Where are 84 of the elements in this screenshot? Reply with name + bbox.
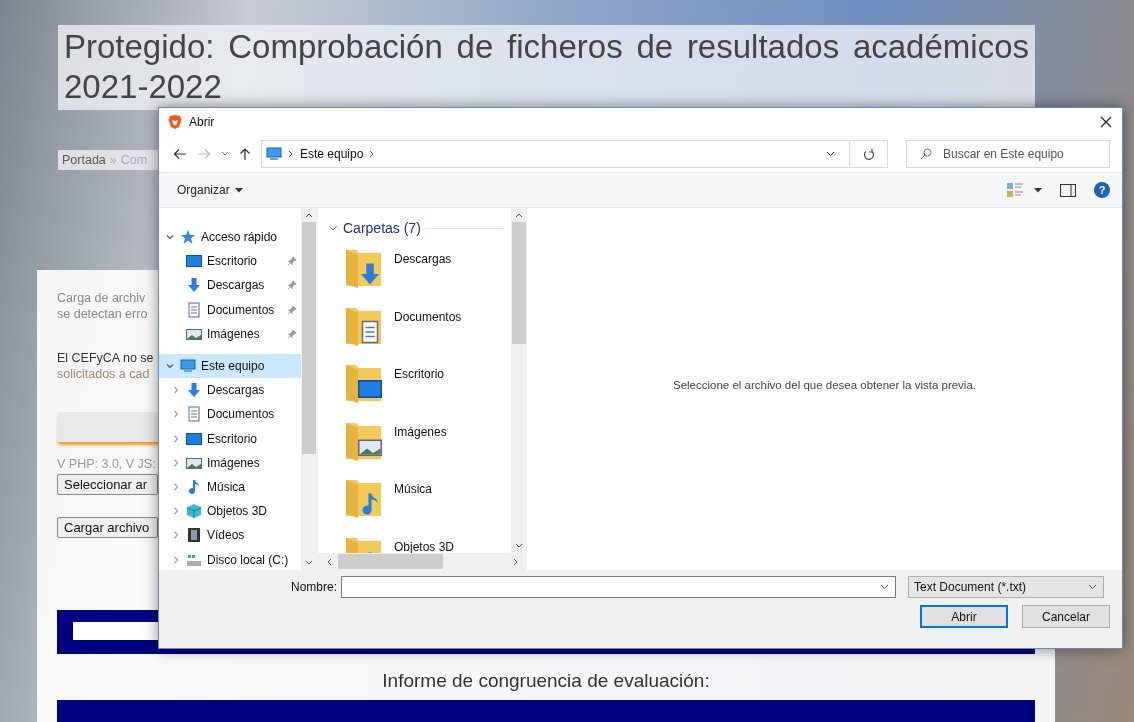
document-icon — [186, 301, 202, 318]
close-icon[interactable] — [1100, 116, 1112, 128]
screen-icon — [186, 430, 202, 447]
pin-icon[interactable] — [287, 304, 297, 315]
preview-message: Seleccione el archivo del que desea obtener la vista previa. — [673, 379, 976, 391]
search-field[interactable]: Buscar en Este equipo — [906, 140, 1110, 168]
chevron-icon[interactable] — [221, 151, 229, 157]
folder-item[interactable]: Descargas — [328, 246, 511, 304]
notice-text: El CEFyCA no se — [57, 350, 154, 366]
dialog-title: Abrir — [189, 115, 215, 129]
filename-field[interactable] — [341, 576, 896, 598]
tree-item[interactable]: Este equipo — [159, 353, 301, 379]
chevron-icon — [880, 584, 889, 590]
down-arrow-icon — [186, 277, 202, 294]
chevron-icon — [1088, 584, 1097, 590]
star-icon — [180, 229, 196, 246]
cube-icon — [186, 503, 202, 520]
report-heading: Informe de congruencia de evaluación: — [381, 670, 711, 692]
intro-text: se detectan erro — [57, 306, 148, 322]
view-options-icon[interactable] — [1006, 182, 1024, 198]
dialog-button[interactable]: Cancelar — [1022, 605, 1110, 628]
chevron-icon — [288, 150, 294, 158]
help-button[interactable]: ? — [1094, 182, 1110, 198]
down-arrow-icon — [186, 382, 202, 399]
tree-item[interactable]: Objetos 3D — [159, 499, 301, 524]
page-title: Protegido: Comprobación de ficheros de resultados académicos 2021-2022 — [58, 25, 1035, 110]
folder-item[interactable]: Música — [328, 476, 511, 534]
forward-arrow-icon[interactable] — [197, 148, 211, 160]
tree-item[interactable]: Imágenes — [159, 450, 301, 475]
film-icon — [186, 527, 202, 544]
chevron-icon[interactable] — [826, 151, 835, 157]
preview-pane-icon[interactable] — [1060, 183, 1076, 197]
tree-item[interactable]: Descargas — [159, 378, 301, 403]
filename-label: Nombre: — [291, 580, 337, 594]
tree-item[interactable]: Vídeos — [159, 523, 301, 548]
tree-item[interactable]: Disco local (C:) — [159, 547, 301, 570]
shield-icon — [167, 114, 183, 130]
address-bar[interactable]: Este equipo — [261, 140, 850, 168]
computer-icon — [180, 358, 196, 375]
dropdown-icon[interactable] — [1034, 187, 1042, 193]
screen-icon — [186, 253, 202, 270]
version-text: V PHP: 3.0, V JS: — [57, 456, 156, 472]
chevron-icon[interactable] — [515, 212, 523, 218]
intro-text: Carga de archiv — [57, 290, 146, 306]
computer-icon — [266, 146, 282, 162]
tree-item[interactable]: Música — [159, 474, 301, 500]
tree-item[interactable]: Escritorio — [159, 426, 301, 451]
organize-button[interactable]: Organizar — [171, 179, 249, 201]
tree-item[interactable]: Acceso rápido — [159, 225, 301, 250]
address-text[interactable]: Este equipo — [300, 147, 364, 161]
scrollbar[interactable] — [511, 208, 527, 553]
pin-icon[interactable] — [287, 280, 297, 291]
back-arrow-icon[interactable] — [173, 148, 187, 160]
folder-item[interactable]: Escritorio — [328, 361, 511, 419]
tree-item[interactable]: Documentos — [159, 402, 301, 427]
scrollbar[interactable] — [301, 208, 317, 570]
refresh-button[interactable] — [850, 140, 888, 168]
dropdown-icon — [234, 187, 243, 193]
refresh-icon — [862, 147, 875, 161]
tree-item[interactable]: Descargas — [159, 273, 301, 298]
tree-item[interactable]: Documentos — [159, 297, 301, 322]
chevron-icon[interactable] — [305, 560, 313, 566]
folder-item[interactable]: Documentos — [328, 303, 511, 361]
group-heading: Carpetas (7) — [343, 220, 421, 236]
scrollbar[interactable] — [318, 553, 527, 570]
document-icon — [186, 406, 202, 423]
up-arrow-icon[interactable] — [239, 147, 251, 161]
pin-icon[interactable] — [287, 256, 297, 267]
breadcrumb-separator: » — [109, 153, 117, 167]
chevron-icon — [369, 150, 376, 158]
breadcrumb-link[interactable]: Portada — [62, 153, 106, 167]
folder-item[interactable]: Imágenes — [328, 418, 511, 476]
search-icon — [920, 148, 932, 160]
upload-button[interactable]: Cargar archivo — [57, 517, 158, 538]
tree-item[interactable]: Escritorio — [159, 249, 301, 274]
tree-item[interactable]: Imágenes — [159, 321, 301, 346]
chevron-icon[interactable] — [305, 212, 313, 218]
select-file-button[interactable]: Seleccionar ar — [57, 474, 158, 495]
file-type-select[interactable]: Text Document (*.txt) — [908, 576, 1104, 598]
chevron-icon[interactable] — [326, 557, 332, 566]
dialog-button[interactable]: Abrir — [920, 605, 1008, 628]
music-note-icon — [186, 478, 202, 495]
notice-text: solicitados a cad — [57, 366, 150, 382]
pin-icon[interactable] — [287, 328, 297, 339]
